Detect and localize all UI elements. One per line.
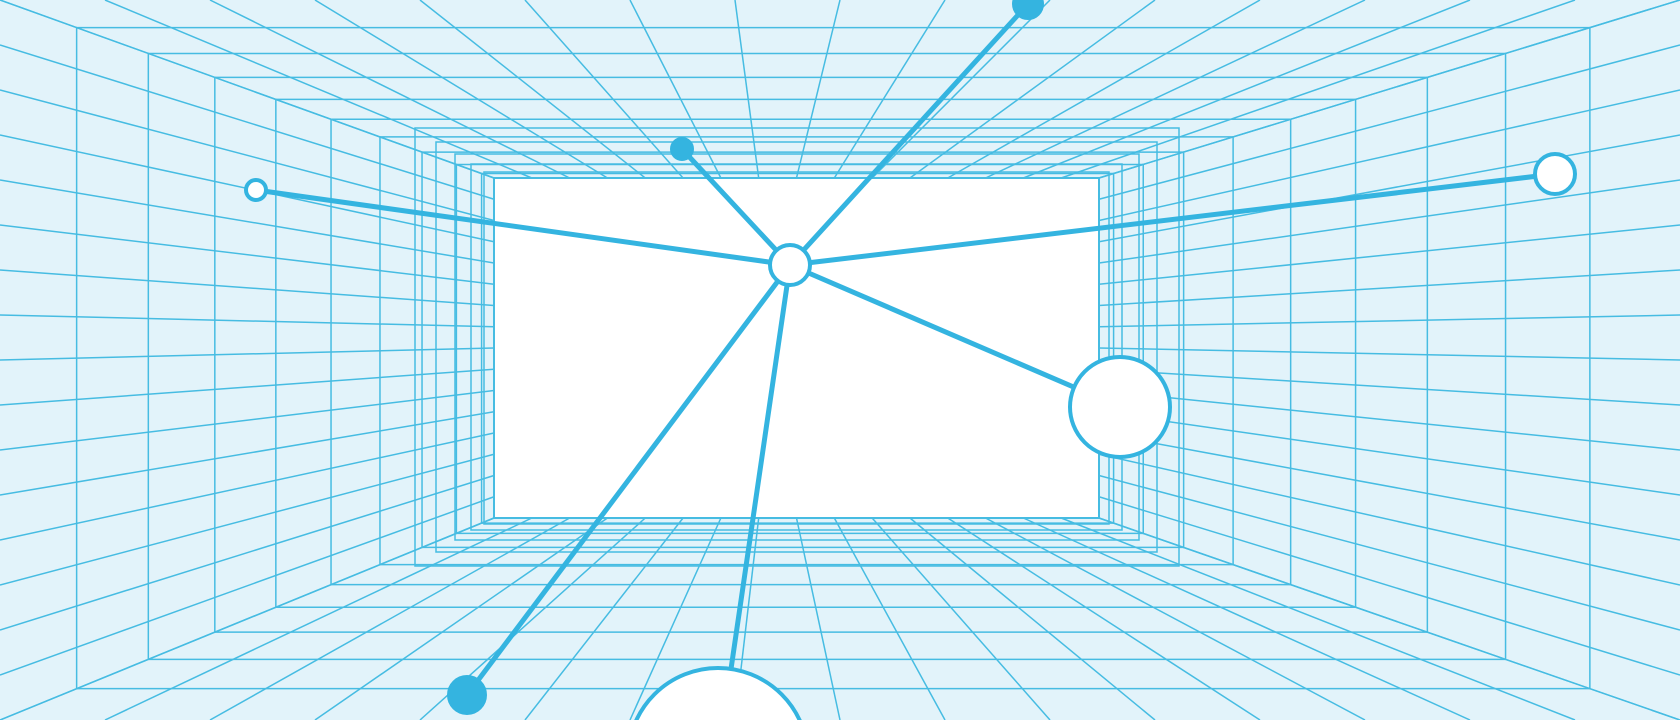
- network-hub: [770, 245, 810, 285]
- inner-plane: [494, 178, 1099, 518]
- network-node-3: [1535, 154, 1575, 194]
- network-node-2: [1014, 0, 1042, 18]
- network-node-4: [1070, 357, 1170, 457]
- network-node-0: [246, 180, 266, 200]
- network-node-1: [672, 139, 692, 159]
- network-node-6: [449, 677, 485, 713]
- perspective-network-diagram: [0, 0, 1680, 720]
